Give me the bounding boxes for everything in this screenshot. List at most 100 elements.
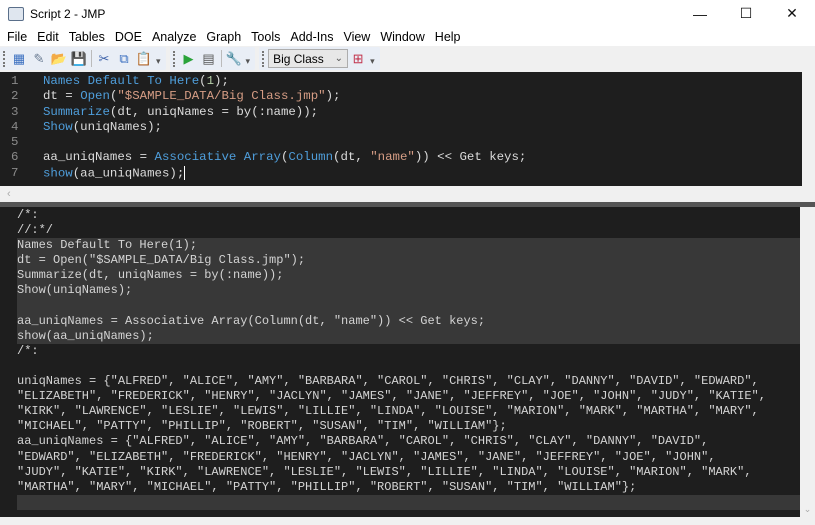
code: aa_uniqNames = Associative Array(Column(… [43, 150, 526, 165]
code-token: << Get keys; [429, 150, 527, 165]
code-token: aa_uniqNames = [43, 150, 155, 165]
code-token: Show [43, 119, 73, 134]
menu-tables[interactable]: Tables [64, 30, 110, 44]
menu-edit[interactable]: Edit [32, 30, 64, 44]
scroll-left-icon[interactable]: ‹ [7, 188, 11, 200]
line-number: 4 [11, 119, 19, 134]
separator [91, 50, 92, 67]
editor-line: 3 Summarize(dt, uniqNames = by(:name)); [0, 105, 802, 120]
editor-horizontal-scrollbar[interactable]: ‹ [0, 186, 815, 202]
editor-line: 1 Names Default To Here(1); [0, 74, 802, 89]
scroll-down-icon[interactable]: ⌄ [800, 504, 815, 515]
cut-icon[interactable]: ✂ [94, 49, 114, 69]
code: Summarize(dt, uniqNames = by(:name)); [43, 105, 318, 120]
log-line: show(aa_uniqNames); [17, 328, 800, 344]
code-token: "name" [370, 150, 415, 165]
script-log-icon[interactable]: ▤ [199, 49, 219, 69]
title-bar: Script 2 - JMP — ☐ ✕ [0, 0, 815, 27]
new-data-table-icon[interactable]: ▦ [9, 49, 29, 69]
minimize-button[interactable]: — [677, 0, 723, 27]
window-title: Script 2 - JMP [30, 6, 106, 21]
debug-wrench-icon[interactable]: 🔧 [224, 49, 244, 69]
menu-help[interactable]: Help [430, 30, 466, 44]
log-line: /*: [17, 343, 39, 358]
close-button[interactable]: ✕ [769, 0, 815, 27]
toolbar-overflow-icon[interactable]: ▾ [156, 56, 161, 67]
menu-analyze[interactable]: Analyze [147, 30, 201, 44]
table-toolbar: Big Class ⌄ ⊞ ▾ [259, 47, 380, 70]
code-token: ( [199, 74, 207, 88]
maximize-button[interactable]: ☐ [723, 0, 769, 27]
code-token: Column [288, 150, 334, 165]
chevron-down-icon: ⌄ [334, 53, 344, 64]
menu-window[interactable]: Window [375, 30, 429, 44]
log-line: Show(uniqNames); [17, 283, 800, 299]
menu-view[interactable]: View [338, 30, 375, 44]
toolbar-overflow-icon[interactable]: ▾ [370, 56, 375, 67]
status-strip [0, 517, 815, 525]
code-token: Associative Array [154, 150, 281, 165]
menu-tools[interactable]: Tools [246, 30, 285, 44]
go-to-table-icon[interactable]: ⊞ [348, 49, 368, 69]
toolbar-grip[interactable] [172, 50, 176, 67]
save-icon[interactable]: 💾 [69, 49, 89, 69]
menu-file[interactable]: File [2, 30, 32, 44]
log-line [17, 298, 800, 314]
line-number: 2 [11, 89, 19, 104]
code-token: (dt, uniqNames = by(:name)); [109, 104, 319, 119]
editor-line: 7 show(aa_uniqNames); [0, 165, 802, 181]
open-folder-icon[interactable]: 📂 [49, 49, 69, 69]
code-token: 1 [206, 74, 215, 88]
toolbar-overflow-icon[interactable]: ▾ [246, 56, 251, 67]
log-line: Summarize(dt, uniqNames = by(:name)); [17, 268, 800, 284]
code-token: Names Default To Here [43, 74, 200, 88]
log-line: "MICHAEL", "PATTY", "PHILLIP", "ROBERT",… [17, 419, 507, 434]
code-token: "$SAMPLE_DATA/Big Class.jmp" [117, 89, 326, 104]
code: Show(uniqNames); [43, 120, 162, 135]
code-token: show [43, 166, 73, 181]
toolbar-grip[interactable] [3, 50, 6, 67]
jmp-script-icon [8, 6, 24, 21]
menu-doe[interactable]: DOE [110, 30, 147, 44]
code: Names Default To Here(1); [43, 74, 229, 89]
editor-line: 2 dt = Open("$SAMPLE_DATA/Big Class.jmp")… [0, 89, 802, 104]
log-line: "EDWARD", "ELIZABETH", "FREDERICK", "HEN… [17, 449, 716, 464]
new-script-icon[interactable]: ✎ [29, 49, 49, 69]
log-line: aa_uniqNames = Associative Array(Column(… [17, 313, 800, 329]
paste-icon[interactable]: 📋 [134, 49, 154, 69]
line-number: 1 [11, 74, 19, 88]
editor-line: 5 [0, 135, 802, 150]
editor-line: 6 aa_uniqNames = Associative Array(Column… [0, 150, 802, 165]
script-editor[interactable]: 1 Names Default To Here(1); 2 dt = Open("$S… [0, 72, 802, 186]
toolbar-grip[interactable] [262, 50, 265, 67]
editor-vertical-scrollbar[interactable] [802, 72, 815, 186]
code: dt = Open("$SAMPLE_DATA/Big Class.jmp"); [43, 89, 340, 104]
line-number: 6 [11, 150, 19, 165]
copy-icon[interactable]: ⧉ [114, 49, 134, 69]
menu-graph[interactable]: Graph [201, 30, 246, 44]
log-line: "ELIZABETH", "FREDERICK", "HENRY", "JACL… [17, 389, 766, 404]
line-number: 5 [11, 135, 19, 150]
code: show(aa_uniqNames); [43, 165, 186, 181]
menu-bar: File Edit Tables DOE Analyze Graph Tools Add-In… [0, 27, 815, 46]
log-line: /*: [17, 208, 39, 222]
menu-addins[interactable]: Add-Ins [285, 30, 338, 44]
log-line: uniqNames = {"ALFRED", "ALICE", "AMY", "… [17, 374, 759, 389]
run-script-icon[interactable]: ▶ [179, 49, 199, 69]
code-token: )) [414, 150, 430, 165]
code-token: (aa_uniqNames); [72, 166, 185, 181]
log-line: "JUDY", "KATIE", "KIRK", "LAWRENCE", "LE… [17, 464, 752, 479]
log-vertical-scrollbar[interactable]: ⌄ [800, 207, 815, 517]
editor-line: 4 Show(uniqNames); [0, 120, 802, 135]
toolbar: ▦ ✎ 📂 💾 ✂ ⧉ 📋 ▾ ▶ ▤ 🔧 ▾ Big Class ⌄ ⊞ ▾ [0, 46, 815, 71]
code-token: (uniqNames); [72, 119, 162, 134]
log-line [17, 494, 800, 510]
current-table-select[interactable]: Big Class ⌄ [268, 49, 349, 68]
embedded-log[interactable]: /*://:*/Names Default To Here(1); dt = Op… [0, 207, 800, 517]
code-token: ); [325, 89, 341, 104]
text-caret [184, 165, 186, 180]
code-token: (dt, [333, 150, 371, 165]
code-token: Summarize [43, 104, 110, 119]
log-line: dt = Open("$SAMPLE_DATA/Big Class.jmp"); [17, 253, 800, 269]
